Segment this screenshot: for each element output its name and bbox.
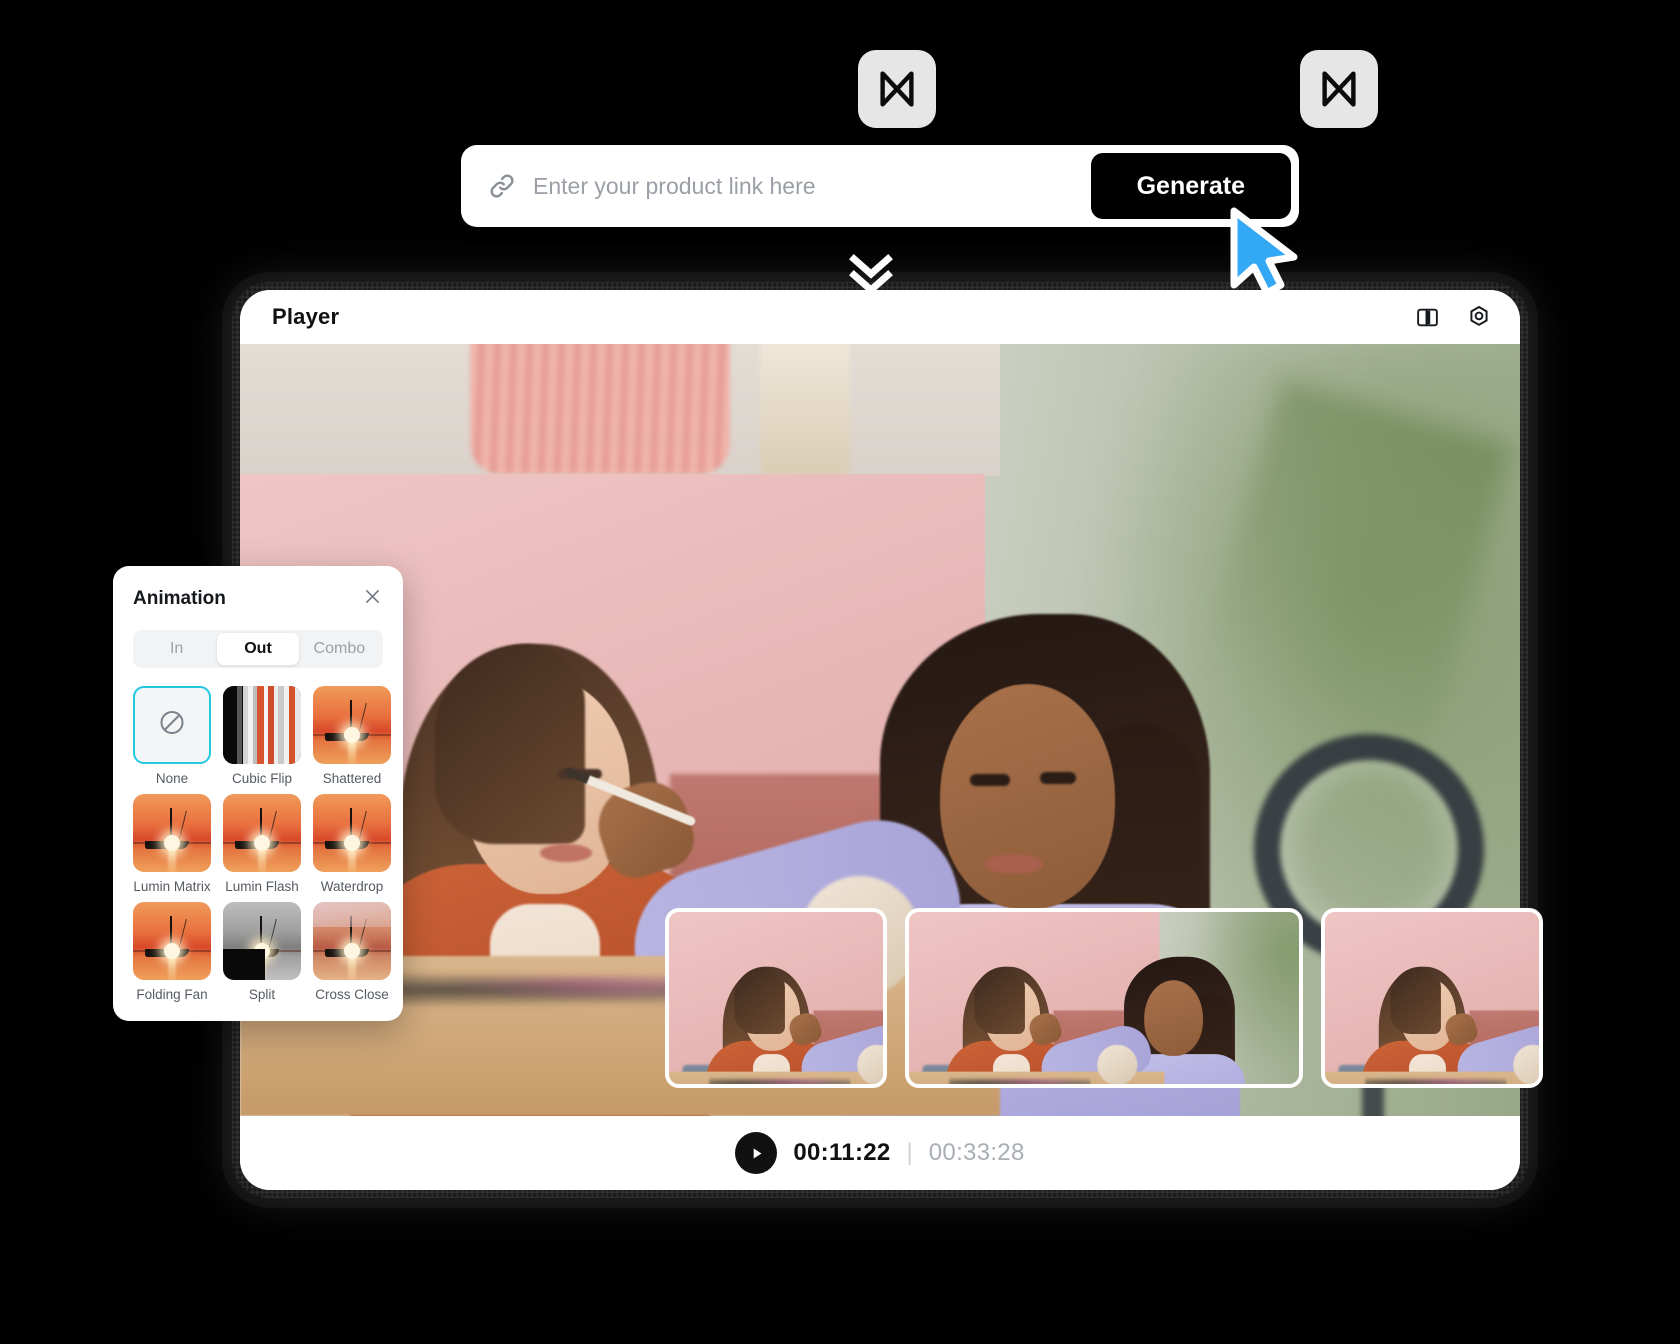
effect-thumb bbox=[313, 902, 391, 980]
current-time: 00:11:22 bbox=[793, 1139, 891, 1166]
effect-label: Cross Close bbox=[315, 987, 389, 1002]
player-header-actions bbox=[1415, 304, 1492, 330]
effect-label: Lumin Matrix bbox=[133, 879, 211, 894]
effect-item-lumin-matrix[interactable]: Lumin Matrix bbox=[133, 794, 211, 894]
animation-panel-title: Animation bbox=[133, 588, 226, 609]
tab-out[interactable]: Out bbox=[217, 633, 299, 665]
total-time: 00:33:28 bbox=[928, 1139, 1025, 1166]
tab-in[interactable]: In bbox=[136, 633, 217, 665]
effect-label: Folding Fan bbox=[136, 987, 208, 1002]
effect-grid: None Cubic Flip Shattered Lumin Matrix L… bbox=[133, 686, 391, 1002]
effect-item-split[interactable]: Split bbox=[223, 902, 301, 1002]
play-button[interactable] bbox=[735, 1132, 778, 1174]
effect-item-lumin-flash[interactable]: Lumin Flash bbox=[223, 794, 301, 894]
effect-thumb bbox=[223, 794, 301, 872]
screenshot-root: Generate Player bbox=[0, 0, 1680, 1344]
player-header: Player bbox=[240, 290, 1520, 344]
effect-label: Waterdrop bbox=[320, 879, 384, 894]
effect-item-folding-fan[interactable]: Folding Fan bbox=[133, 902, 211, 1002]
effect-thumb bbox=[313, 794, 391, 872]
effect-label: Shattered bbox=[322, 771, 382, 786]
product-link-input[interactable] bbox=[533, 145, 1083, 227]
effect-label: Lumin Flash bbox=[225, 879, 299, 894]
effect-item-cross-close[interactable]: Cross Close bbox=[313, 902, 391, 1002]
effect-item-shattered[interactable]: Shattered bbox=[313, 686, 391, 786]
time-separator: | bbox=[906, 1139, 913, 1166]
effect-label: Split bbox=[248, 987, 276, 1002]
split-view-icon[interactable] bbox=[1415, 305, 1440, 330]
tab-combo[interactable]: Combo bbox=[299, 633, 380, 665]
animation-panel: Animation In Out Combo None Cubic Flip S… bbox=[113, 566, 403, 1021]
effect-thumb bbox=[133, 686, 211, 764]
timeline-clip[interactable] bbox=[905, 908, 1303, 1088]
timeline-filmstrip bbox=[665, 908, 1565, 1088]
product-link-bar: Generate bbox=[461, 145, 1299, 227]
settings-gear-icon[interactable] bbox=[1466, 304, 1492, 330]
timeline-clip[interactable] bbox=[1321, 908, 1543, 1088]
effect-item-none[interactable]: None bbox=[133, 686, 211, 786]
playback-bar: 00:11:22 | 00:33:28 bbox=[240, 1116, 1520, 1190]
effect-label: Cubic Flip bbox=[231, 771, 293, 786]
effect-thumb bbox=[133, 902, 211, 980]
page-title: Player bbox=[272, 304, 340, 329]
effect-thumb bbox=[133, 794, 211, 872]
effect-thumb bbox=[223, 902, 301, 980]
generate-button[interactable]: Generate bbox=[1090, 153, 1291, 219]
timeline-clip[interactable] bbox=[665, 908, 887, 1088]
close-icon[interactable] bbox=[362, 586, 383, 612]
effect-item-cubic-flip[interactable]: Cubic Flip bbox=[223, 686, 301, 786]
animation-panel-header: Animation bbox=[113, 586, 403, 612]
no-effect-icon bbox=[157, 708, 187, 743]
effect-thumb bbox=[223, 686, 301, 764]
effect-item-waterdrop[interactable]: Waterdrop bbox=[313, 794, 391, 894]
transition-bowtie-icon[interactable] bbox=[1300, 50, 1378, 128]
effect-thumb bbox=[313, 686, 391, 764]
double-chevron-down-icon bbox=[840, 248, 902, 298]
transition-bowtie-icon[interactable] bbox=[858, 50, 936, 128]
animation-tabs: In Out Combo bbox=[133, 630, 383, 668]
link-icon bbox=[487, 171, 517, 201]
effect-label: None bbox=[155, 771, 189, 786]
